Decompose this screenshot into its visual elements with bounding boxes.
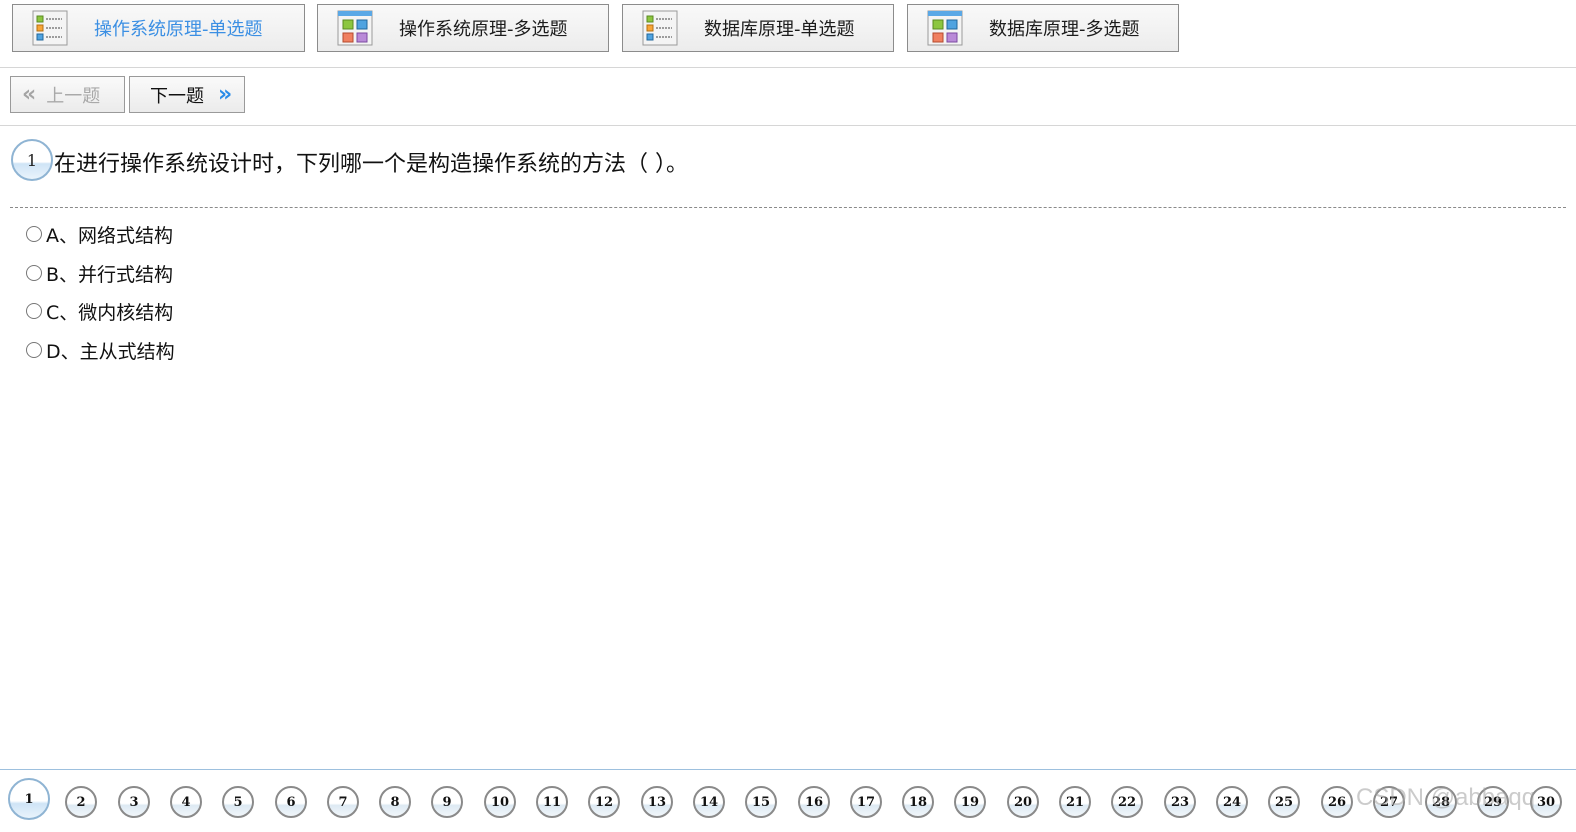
option-c[interactable]: C、微内核结构: [26, 296, 173, 326]
tab-label: 操作系统原理-多选题: [399, 19, 568, 40]
option-label: B、并行式结构: [46, 263, 174, 286]
tab-db-multiple-choice[interactable]: 数据库原理-多选题: [907, 4, 1179, 52]
option-label: A、网络式结构: [46, 224, 173, 247]
page-number-button[interactable]: 9: [431, 786, 463, 818]
page-number-button[interactable]: 28: [1425, 786, 1457, 818]
next-question-label: 下一题: [150, 85, 204, 107]
radio-button[interactable]: [26, 226, 42, 242]
radio-button[interactable]: [26, 342, 42, 358]
option-label: D、主从式结构: [46, 340, 175, 363]
page-number-button[interactable]: 29: [1477, 786, 1509, 818]
page-number-button[interactable]: 5: [222, 786, 254, 818]
page-number-button[interactable]: 14: [693, 786, 725, 818]
page-number-button[interactable]: 12: [588, 786, 620, 818]
list-icon: [642, 10, 678, 46]
page-number-button[interactable]: 20: [1007, 786, 1039, 818]
page-number-button[interactable]: 22: [1111, 786, 1143, 818]
page-number-button[interactable]: 13: [641, 786, 673, 818]
page-number-button[interactable]: 26: [1321, 786, 1353, 818]
tab-label: 数据库原理-单选题: [704, 19, 855, 40]
page-number-button[interactable]: 21: [1059, 786, 1091, 818]
quiz-app: 操作系统原理-单选题 操作系统原理-多选题 数据库原理-单选题 数据库原理-多选…: [0, 0, 1576, 832]
tab-label: 操作系统原理-单选题: [94, 19, 263, 40]
page-number-button[interactable]: 8: [379, 786, 411, 818]
page-number-button[interactable]: 17: [850, 786, 882, 818]
grid-icon: [337, 10, 373, 46]
tab-os-single-choice[interactable]: 操作系统原理-单选题: [12, 4, 305, 52]
grid-icon: [927, 10, 963, 46]
page-number-button[interactable]: 11: [536, 786, 568, 818]
page-number-button[interactable]: 23: [1164, 786, 1196, 818]
radio-button[interactable]: [26, 265, 42, 281]
tab-os-multiple-choice[interactable]: 操作系统原理-多选题: [317, 4, 609, 52]
page-number-button[interactable]: 6: [275, 786, 307, 818]
page-number-button[interactable]: 16: [798, 786, 830, 818]
radio-button[interactable]: [26, 303, 42, 319]
prev-question-button[interactable]: « 上一题: [10, 76, 125, 113]
page-number-button[interactable]: 25: [1268, 786, 1300, 818]
option-d[interactable]: D、主从式结构: [26, 335, 175, 365]
question-navbar: « 上一题 下一题 »: [0, 68, 1576, 126]
page-number-button[interactable]: 24: [1216, 786, 1248, 818]
page-number-button[interactable]: 3: [118, 786, 150, 818]
page-number-button[interactable]: 27: [1373, 786, 1405, 818]
page-number-button[interactable]: 2: [65, 786, 97, 818]
question-pager: 1 2 3 4 5 6 7 8 9 10 11 12 13 14 15 16 17 18 19 20 21 22 23 24 2…: [0, 769, 1576, 832]
tab-label: 数据库原理-多选题: [989, 19, 1140, 40]
question-header: 1 在进行操作系统设计时，下列哪一个是构造操作系统的方法（ ）。: [10, 138, 1566, 208]
list-icon: [32, 10, 68, 46]
option-b[interactable]: B、并行式结构: [26, 258, 173, 288]
page-number-button[interactable]: 7: [327, 786, 359, 818]
page-number-button[interactable]: 4: [170, 786, 202, 818]
category-tabbar: 操作系统原理-单选题 操作系统原理-多选题 数据库原理-单选题 数据库原理-多选…: [0, 0, 1576, 68]
question-text: 在进行操作系统设计时，下列哪一个是构造操作系统的方法（ ）。: [54, 152, 688, 177]
page-number-button[interactable]: 1: [8, 778, 50, 820]
page-number-button[interactable]: 15: [745, 786, 777, 818]
double-chevron-left-icon: «: [22, 81, 37, 107]
option-label: C、微内核结构: [46, 301, 174, 324]
page-number-button[interactable]: 18: [902, 786, 934, 818]
question-number-badge: 1: [11, 139, 53, 181]
next-question-button[interactable]: 下一题 »: [129, 76, 245, 113]
prev-question-label: 上一题: [46, 85, 101, 107]
page-number-button[interactable]: 19: [954, 786, 986, 818]
page-number-button[interactable]: 10: [484, 786, 516, 818]
page-number-button[interactable]: 30: [1530, 786, 1562, 818]
double-chevron-right-icon: »: [218, 81, 233, 107]
tab-db-single-choice[interactable]: 数据库原理-单选题: [622, 4, 894, 52]
option-a[interactable]: A、网络式结构: [26, 219, 173, 249]
